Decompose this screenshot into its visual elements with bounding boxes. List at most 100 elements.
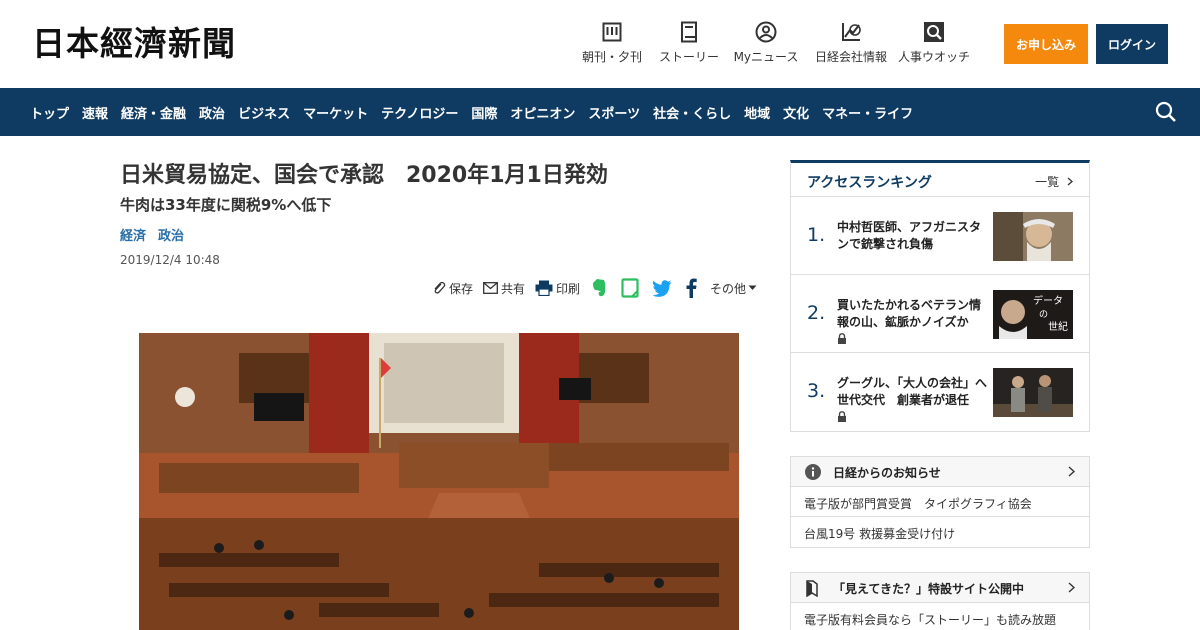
site-header: 日本經濟新聞 朝刊・夕刊 ストーリー Myニュース 日経会社情報 人事ウオッチ … (0, 0, 1200, 88)
login-button[interactable]: ログイン (1096, 24, 1168, 64)
ranking-more-label: 一覧 (1035, 175, 1060, 189)
nav-item[interactable]: 経済・金融 (121, 103, 186, 122)
facebook-icon (686, 278, 697, 298)
nav-item[interactable]: 国際 (471, 103, 497, 122)
print-button[interactable]: 印刷 (535, 280, 580, 297)
nav-list: トップ 速報 経済・金融 政治 ビジネス マーケット テクノロジー 国際 オピニオン スポーツ 社会… (30, 88, 926, 136)
share-toolbar: 保存 共有 印刷 その他 (420, 276, 760, 300)
tool-personnel-watch[interactable]: 人事ウオッチ (896, 20, 972, 65)
twitter-button[interactable] (652, 279, 675, 297)
tool-label: 朝刊・夕刊 (581, 50, 642, 64)
share-button[interactable]: 共有 (483, 280, 525, 297)
notice-header[interactable]: 日経からのお知らせ (791, 457, 1089, 487)
lock-icon (838, 333, 846, 344)
ranking-number: 3. (807, 380, 826, 402)
tool-my-news[interactable]: Myニュース (726, 20, 806, 65)
nav-item[interactable]: スポーツ (588, 103, 640, 122)
ranking-more-link[interactable]: 一覧 (1035, 173, 1073, 190)
ranking-number: 1. (807, 224, 826, 246)
notice-title: 日経からのお知らせ (833, 466, 941, 480)
article-headline: 日米貿易協定、国会で承認 2020年1月1日発効 (120, 163, 608, 188)
other-share-dropdown[interactable]: その他 (710, 280, 760, 297)
nav-item[interactable]: 社会・くらし (653, 103, 731, 122)
notice-item[interactable]: 台風19号 救援募金受け付け (791, 517, 1089, 547)
twitter-icon (652, 279, 672, 297)
save-button[interactable]: 保存 (432, 280, 473, 297)
article-subhead: 牛肉は33年度に関税9%へ低下 (120, 196, 332, 214)
newspaper-icon (600, 20, 624, 44)
nav-item[interactable]: テクノロジー (381, 103, 458, 122)
article-tags: 経済 政治 (120, 225, 760, 244)
ranking-number: 2. (807, 302, 826, 324)
thumbnail-caption: データ (1033, 294, 1063, 307)
nav-item[interactable]: 速報 (82, 103, 108, 122)
tool-story[interactable]: ストーリー (654, 20, 724, 65)
info-icon (805, 464, 821, 480)
article-date: 2019/12/4 10:48 (120, 253, 220, 267)
tool-label: Myニュース (733, 50, 799, 64)
nav-item[interactable]: ビジネス (238, 103, 290, 122)
main-nav: トップ 速報 経済・金融 政治 ビジネス マーケット テクノロジー 国際 オピニオン スポーツ 社会… (0, 88, 1200, 136)
thumbnail-caption: 世紀 (1048, 320, 1068, 333)
book-icon (677, 20, 701, 44)
magnifier-icon (922, 20, 946, 44)
print-label: 印刷 (555, 281, 580, 296)
ranking-header: アクセスランキング 一覧 (791, 163, 1089, 197)
chevron-right-icon (1068, 466, 1075, 477)
subscribe-button[interactable]: お申し込み (1004, 24, 1088, 64)
ranking-thumbnail (993, 368, 1073, 417)
tool-company-info[interactable]: 日経会社情報 (808, 20, 894, 65)
nikkei-notice: 日経からのお知らせ 電子版が部門賞受賞 タイポグラフィ協会 台風19号 救援募金… (790, 456, 1090, 548)
person-icon (754, 20, 778, 44)
ranking-headline-text: 買いたたかれるベテラン情報の山、鉱脈かノイズか (837, 298, 982, 329)
special-site-notice: 「見えてきた？」特設サイト公開中 電子版有料会員なら「ストーリー」も読み放題 (790, 572, 1090, 630)
ranking-headline: 買いたたかれるベテラン情報の山、鉱脈かノイズか (837, 297, 989, 349)
nav-item[interactable]: オピニオン (510, 103, 575, 122)
ranking-headline: グーグル、「大人の会社」へ世代交代 創業者が退任 (837, 375, 989, 427)
nav-item[interactable]: マーケット (303, 103, 368, 122)
other-label: その他 (709, 281, 746, 296)
chevron-right-icon (1067, 177, 1073, 186)
tool-label: 人事ウオッチ (897, 50, 970, 64)
ranking-title: アクセスランキング (807, 175, 932, 191)
thumbnail-caption: の (1039, 310, 1048, 320)
printer-icon (535, 280, 553, 296)
chevron-right-icon (1068, 582, 1075, 593)
special-site-item[interactable]: 電子版有料会員なら「ストーリー」も読み放題 (791, 603, 1089, 630)
mail-icon (483, 282, 498, 294)
nav-item[interactable]: トップ (30, 103, 69, 122)
note-button[interactable] (621, 278, 642, 298)
evernote-button[interactable] (590, 278, 611, 298)
nav-item[interactable]: 文化 (783, 103, 809, 122)
tool-label: 日経会社情報 (814, 50, 887, 64)
ranking-item[interactable]: 3. グーグル、「大人の会社」へ世代交代 創業者が退任 (791, 353, 1089, 431)
bookmark-icon (806, 580, 818, 597)
access-ranking: アクセスランキング 一覧 1. 中村哲医師、アフガニスタンで銃撃され負傷 2. … (790, 160, 1090, 432)
ranking-item[interactable]: 2. 買いたたかれるベテラン情報の山、鉱脈かノイズか データの世紀 (791, 275, 1089, 353)
nav-item[interactable]: 政治 (199, 103, 225, 122)
tool-paper-edition[interactable]: 朝刊・夕刊 (572, 20, 652, 65)
article-photo[interactable] (139, 333, 739, 630)
search-icon[interactable] (1154, 100, 1178, 124)
ranking-headline-text: グーグル、「大人の会社」へ世代交代 創業者が退任 (837, 376, 988, 407)
nav-item[interactable]: マネー・ライフ (822, 103, 913, 122)
notice-item[interactable]: 電子版が部門賞受賞 タイポグラフィ協会 (791, 487, 1089, 517)
share-label: 共有 (500, 281, 525, 296)
ranking-item[interactable]: 1. 中村哲医師、アフガニスタンで銃撃され負傷 (791, 197, 1089, 275)
header-tools: 朝刊・夕刊 ストーリー Myニュース 日経会社情報 人事ウオッチ (572, 20, 974, 65)
ranking-headline: 中村哲医師、アフガニスタンで銃撃され負傷 (837, 220, 982, 251)
note-icon (621, 278, 639, 298)
facebook-button[interactable] (685, 278, 700, 298)
ranking-thumbnail: データの世紀 (993, 290, 1073, 339)
evernote-icon (592, 279, 606, 297)
tool-label: ストーリー (658, 50, 719, 64)
chart-icon (839, 20, 863, 44)
tag-politics[interactable]: 政治 (158, 225, 184, 244)
tag-economy[interactable]: 経済 (120, 225, 146, 244)
article: 日米貿易協定、国会で承認 2020年1月1日発効 牛肉は33年度に関税9%へ低下… (120, 160, 760, 630)
nav-item[interactable]: 地域 (744, 103, 770, 122)
special-site-header[interactable]: 「見えてきた？」特設サイト公開中 (791, 573, 1089, 603)
site-logo[interactable]: 日本經濟新聞 (32, 24, 236, 64)
special-site-title: 「見えてきた？」特設サイト公開中 (833, 582, 1025, 596)
caret-down-icon (748, 285, 757, 290)
